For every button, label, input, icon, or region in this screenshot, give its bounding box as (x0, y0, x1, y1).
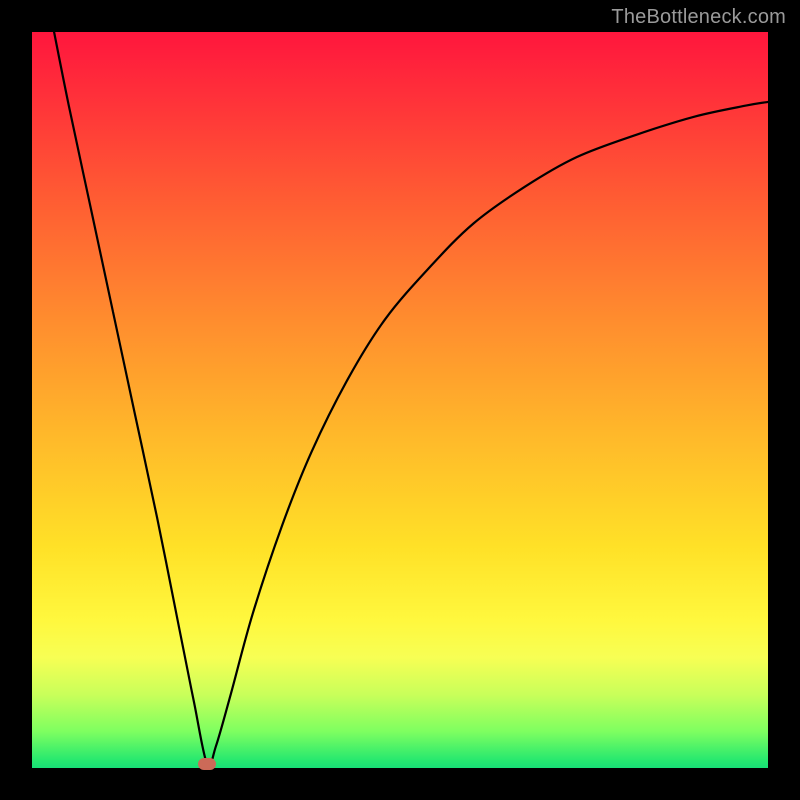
bottleneck-curve (32, 32, 768, 768)
watermark-text: TheBottleneck.com (611, 6, 786, 29)
plot-area (32, 32, 768, 768)
minimum-marker (198, 758, 216, 770)
chart-frame: TheBottleneck.com (0, 0, 800, 800)
